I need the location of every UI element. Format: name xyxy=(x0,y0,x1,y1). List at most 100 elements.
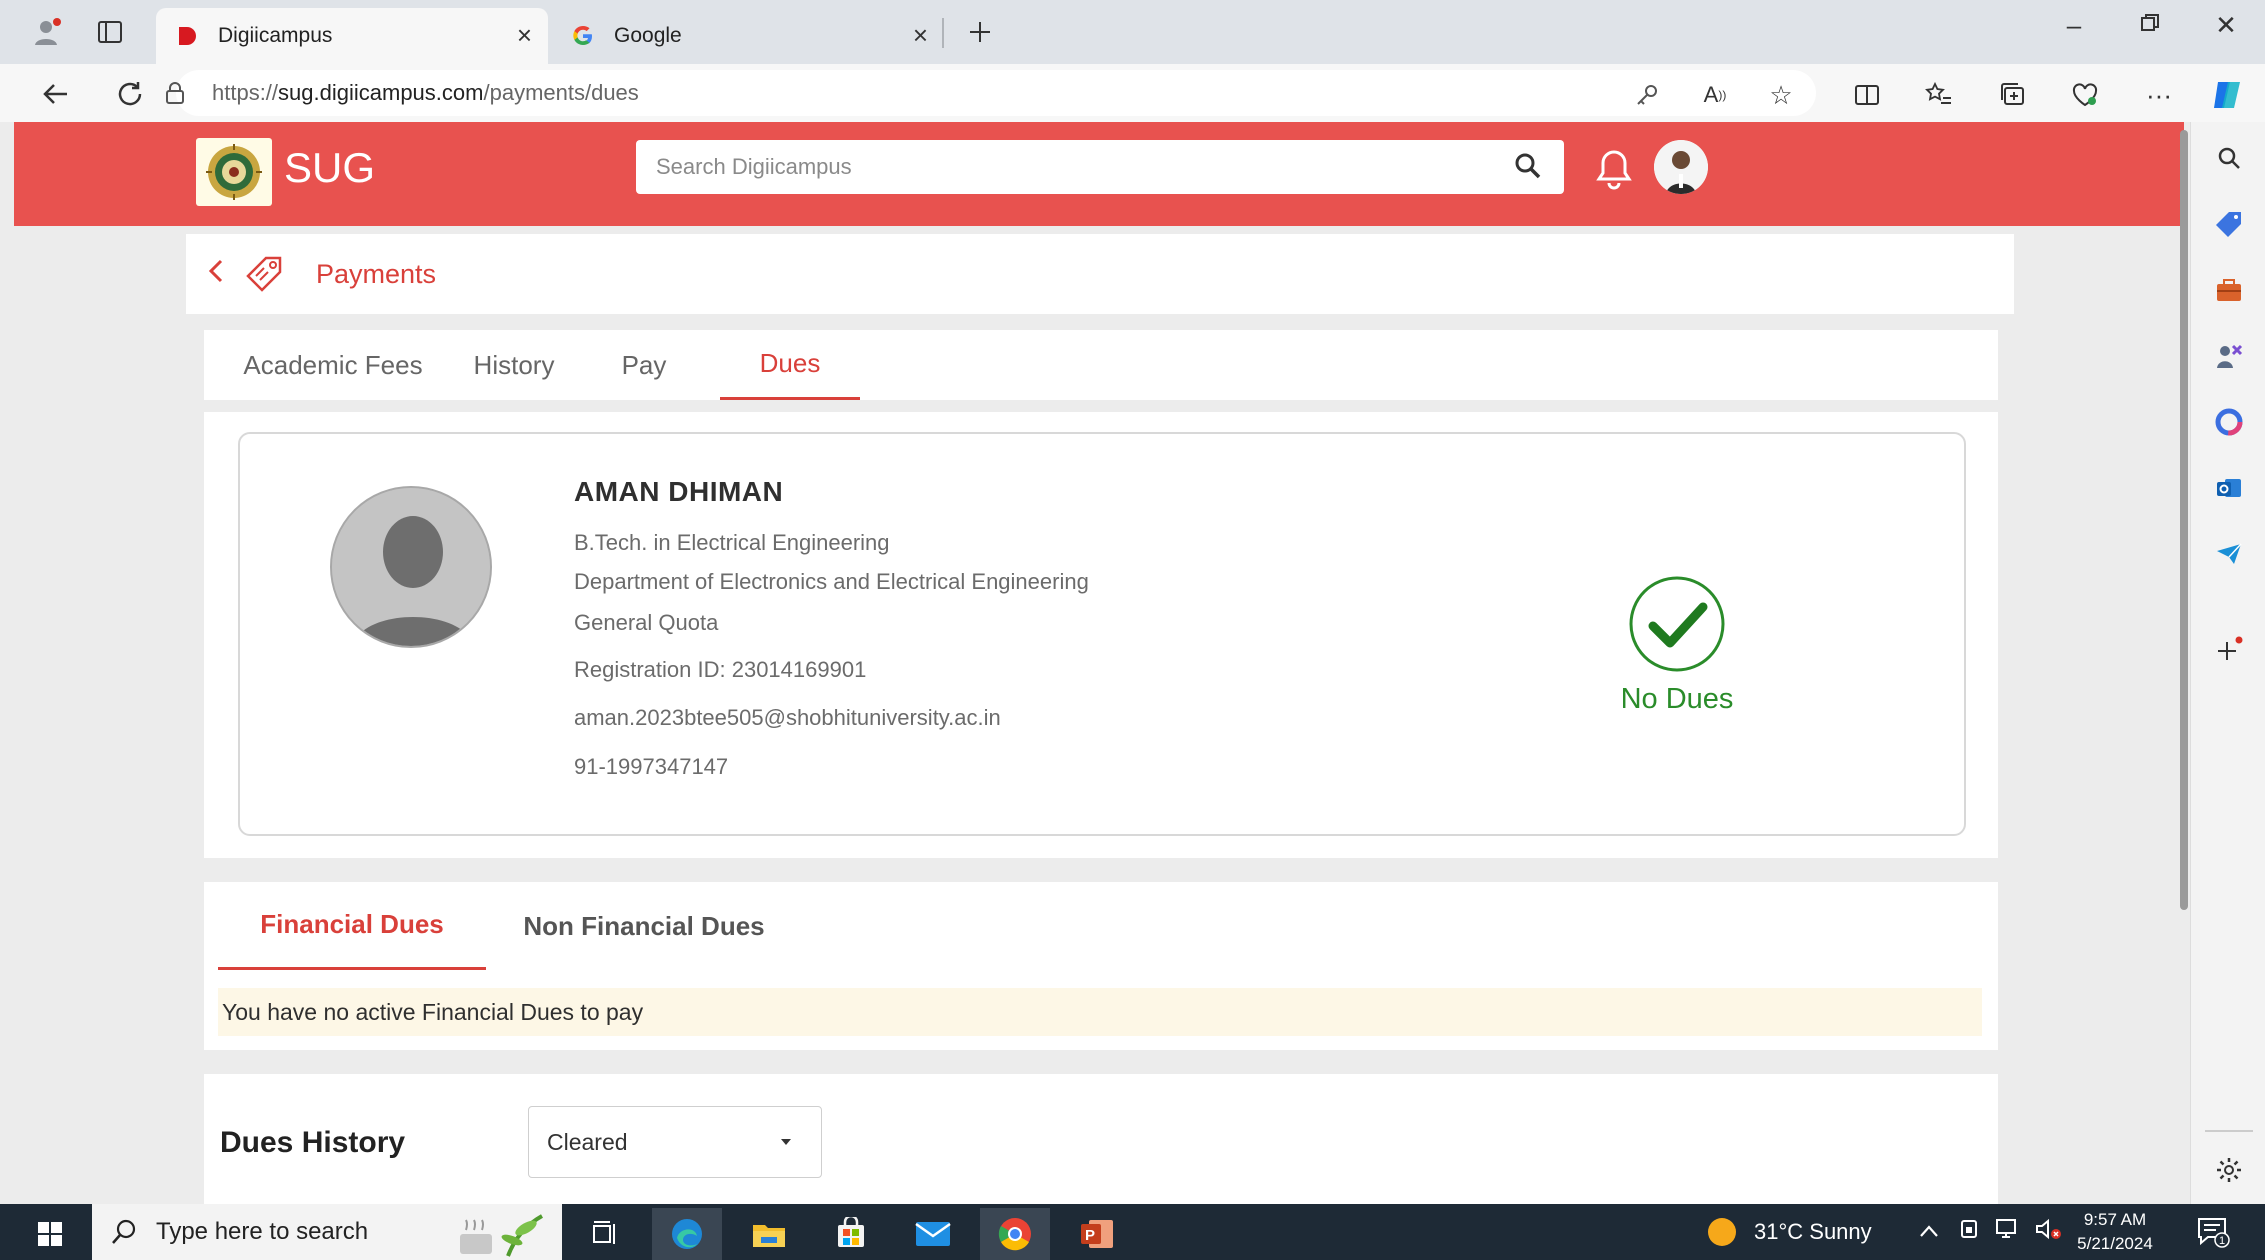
network-icon[interactable] xyxy=(1994,1217,2020,1247)
student-program: B.Tech. in Electrical Engineering xyxy=(574,530,890,555)
screen: Digiicampus × Google × – ✕ https:// sug.… xyxy=(0,0,2265,1260)
browser-essentials-icon[interactable] xyxy=(2066,76,2104,114)
student-phone: 91-1997347147 xyxy=(574,754,729,779)
tab-academic-fees[interactable]: Academic Fees xyxy=(236,330,430,400)
weather-text: 31°C Sunny xyxy=(1754,1219,1872,1244)
refresh-icon[interactable] xyxy=(108,72,152,116)
chrome-taskbar-icon[interactable] xyxy=(980,1208,1050,1260)
close-tab-icon[interactable]: × xyxy=(517,20,532,51)
games-icon[interactable] xyxy=(2211,338,2247,374)
tab-dues[interactable]: Dues xyxy=(720,330,860,400)
tools-briefcase-icon[interactable] xyxy=(2211,272,2247,308)
user-avatar[interactable] xyxy=(1654,140,1708,194)
university-logo[interactable] xyxy=(196,138,272,206)
dues-history-title: Dues History xyxy=(220,1126,406,1159)
dues-section: Financial Dues Non Financial Dues You ha… xyxy=(204,882,1998,1050)
restore-icon[interactable] xyxy=(2120,10,2180,41)
windows-taskbar: Type here to search P 31°C Sunny 9:57 AM… xyxy=(0,1204,2265,1260)
taskbar-clock[interactable]: 9:57 AM 5/21/2024 xyxy=(2070,1208,2160,1256)
no-dues-message: You have no active Financial Dues to pay xyxy=(218,988,1982,1036)
microsoft-store-icon[interactable] xyxy=(816,1208,886,1260)
page-title: Payments xyxy=(316,259,437,289)
tab-digiicampus[interactable]: Digiicampus × xyxy=(156,8,548,64)
tea-plant-icon xyxy=(448,1210,558,1260)
profile-avatar xyxy=(330,486,492,648)
clock-date: 5/21/2024 xyxy=(2077,1234,2153,1253)
search-bar xyxy=(636,140,1564,194)
sidebar-divider xyxy=(2205,1130,2253,1132)
tab-title: Google xyxy=(614,24,682,47)
taskbar-search-placeholder: Type here to search xyxy=(156,1218,369,1245)
file-explorer-icon[interactable] xyxy=(734,1208,804,1260)
student-quota: General Quota xyxy=(574,610,719,635)
sidebar-search-icon[interactable] xyxy=(2211,140,2247,176)
volume-muted-icon[interactable] xyxy=(2034,1217,2062,1247)
telegram-send-icon[interactable] xyxy=(2211,536,2247,572)
key-icon[interactable] xyxy=(1628,76,1666,114)
system-tray xyxy=(1918,1204,2062,1260)
windows-start-icon[interactable] xyxy=(14,1212,86,1256)
url-field[interactable]: https://sug.digiicampus.com/payments/due… xyxy=(166,70,1816,116)
notification-bell-icon[interactable] xyxy=(1594,148,1638,192)
tab-history[interactable]: History xyxy=(460,330,568,400)
selected-status: Cleared xyxy=(547,1128,628,1155)
svg-text:1: 1 xyxy=(2219,1235,2225,1247)
outlook-icon[interactable] xyxy=(2211,470,2247,506)
svg-text:P: P xyxy=(1085,1227,1095,1244)
back-arrow-icon[interactable] xyxy=(34,72,78,116)
tab-non-financial-dues[interactable]: Non Financial Dues xyxy=(510,882,778,970)
weather-widget[interactable]: 31°C Sunny xyxy=(1706,1204,1872,1260)
tab-pay[interactable]: Pay xyxy=(604,330,684,400)
minimize-icon[interactable]: – xyxy=(2044,10,2104,41)
lock-icon[interactable] xyxy=(160,78,190,108)
app-title: SUG xyxy=(284,144,376,191)
dues-status-select[interactable]: Cleared xyxy=(528,1106,822,1178)
powerpoint-icon[interactable]: P xyxy=(1062,1208,1132,1260)
split-screen-icon[interactable] xyxy=(1848,76,1886,114)
favorite-star-icon[interactable]: ☆ xyxy=(1762,76,1800,114)
no-dues-status: No Dues xyxy=(1602,574,1752,716)
edge-taskbar-icon[interactable] xyxy=(652,1208,722,1260)
chevron-up-icon[interactable] xyxy=(1918,1219,1940,1245)
more-options-icon[interactable]: ··· xyxy=(2140,76,2178,114)
shopping-tag-icon[interactable] xyxy=(2211,206,2247,242)
registration-id: Registration ID: 23014169901 xyxy=(574,657,867,682)
add-sidebar-app-icon[interactable] xyxy=(2211,632,2247,668)
sidebar-settings-icon[interactable] xyxy=(2211,1152,2247,1188)
read-aloud-icon[interactable]: A)) xyxy=(1696,76,1734,114)
tab-divider xyxy=(942,18,944,48)
tab-actions-icon[interactable] xyxy=(90,12,130,52)
clock-time: 9:57 AM xyxy=(2083,1210,2147,1229)
profile-card: AMAN DHIMAN B.Tech. in Electrical Engine… xyxy=(238,432,1966,836)
chevron-left-icon[interactable] xyxy=(206,256,226,294)
close-window-icon[interactable]: ✕ xyxy=(2196,10,2256,41)
task-view-icon[interactable] xyxy=(570,1208,640,1260)
tab-google[interactable]: Google × xyxy=(552,8,944,64)
payment-tabs: Academic Fees History Pay Dues xyxy=(204,330,1998,400)
app-header: SUG xyxy=(14,122,2184,226)
microsoft-365-icon[interactable] xyxy=(2211,404,2247,440)
notifications-icon[interactable]: 1 xyxy=(2196,1216,2236,1252)
no-dues-label: No Dues xyxy=(1620,683,1734,715)
digiicampus-favicon-icon xyxy=(174,23,200,49)
new-tab-icon[interactable] xyxy=(960,12,1000,52)
tab-financial-dues[interactable]: Financial Dues xyxy=(218,882,486,970)
close-tab-icon[interactable]: × xyxy=(913,20,928,51)
taskbar-search-box[interactable]: Type here to search xyxy=(92,1204,562,1260)
search-icon[interactable] xyxy=(1514,152,1542,186)
url-domain: sug.digiicampus.com xyxy=(278,80,484,105)
search-input[interactable] xyxy=(656,154,1476,180)
meet-now-icon[interactable] xyxy=(1958,1217,1980,1247)
edge-sidebar xyxy=(2190,122,2265,1204)
profile-icon[interactable] xyxy=(28,12,68,52)
address-bar: https://sug.digiicampus.com/payments/due… xyxy=(0,64,2265,122)
mail-icon[interactable] xyxy=(898,1208,968,1260)
copilot-icon[interactable] xyxy=(2208,76,2246,114)
caret-down-icon xyxy=(781,1139,791,1145)
favorites-icon[interactable] xyxy=(1920,76,1958,114)
collections-icon[interactable] xyxy=(1994,76,2032,114)
browser-tab-bar: Digiicampus × Google × – ✕ xyxy=(0,0,2265,64)
page-scrollbar[interactable] xyxy=(2180,130,2188,910)
profile-section: AMAN DHIMAN B.Tech. in Electrical Engine… xyxy=(204,412,1998,858)
dues-history-section: Dues History Cleared xyxy=(204,1074,1998,1204)
